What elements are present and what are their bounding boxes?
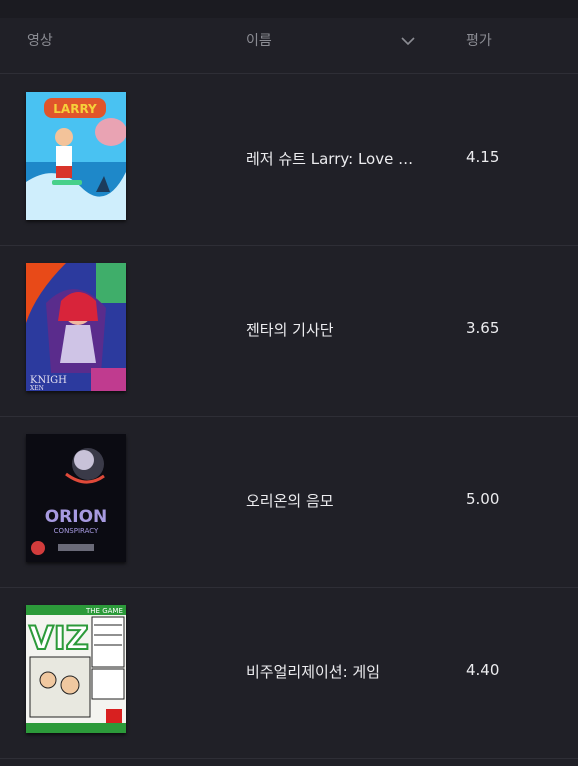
game-name[interactable]: 오리온의 음모 — [246, 490, 416, 511]
svg-text:THE GAME: THE GAME — [85, 607, 123, 615]
game-name[interactable]: 레저 슈트 Larry: Love for Sail! — [246, 148, 416, 169]
table-row[interactable]: KNIGH XEN 젠타의 기사단 3.65 — [0, 245, 578, 417]
game-cover-image[interactable]: KNIGH XEN — [26, 263, 126, 391]
table-row[interactable]: THE GAME VIZ 비주얼리제이션: 게임 4.40 — [0, 587, 578, 759]
column-header-rating[interactable]: 평가 — [466, 30, 492, 50]
game-cover-image[interactable]: ORION CONSPIRACY — [26, 434, 126, 562]
column-header-name[interactable]: 이름 — [246, 30, 272, 50]
game-cover-image[interactable]: LARRY — [26, 92, 126, 220]
svg-text:XEN: XEN — [30, 385, 44, 391]
table-row[interactable]: ORION CONSPIRACY 오리온의 음모 5.00 — [0, 416, 578, 588]
chevron-down-icon[interactable] — [400, 32, 416, 46]
column-header-video: 영상 — [27, 33, 53, 49]
game-rating: 4.40 — [466, 661, 500, 679]
game-name[interactable]: 비주얼리제이션: 게임 — [246, 661, 416, 682]
top-band — [0, 0, 578, 18]
table-row[interactable]: LARRY 레저 슈트 Larry: Love for Sail! 4.15 — [0, 74, 578, 246]
game-rating: 4.15 — [466, 148, 500, 166]
games-table: 영상 이름 평가 LARRY 레저 슈트 Larry: Love fo 4.15… — [0, 0, 578, 766]
game-rating: 3.65 — [466, 319, 500, 337]
svg-text:VIZ: VIZ — [29, 619, 89, 657]
svg-text:LARRY: LARRY — [53, 102, 97, 116]
svg-text:ORION: ORION — [45, 507, 108, 527]
game-cover-image[interactable]: THE GAME VIZ — [26, 605, 126, 733]
svg-text:CONSPIRACY: CONSPIRACY — [54, 527, 99, 535]
game-name[interactable]: 젠타의 기사단 — [246, 319, 416, 340]
game-rating: 5.00 — [466, 490, 500, 508]
table-header: 영상 이름 평가 — [0, 18, 578, 74]
